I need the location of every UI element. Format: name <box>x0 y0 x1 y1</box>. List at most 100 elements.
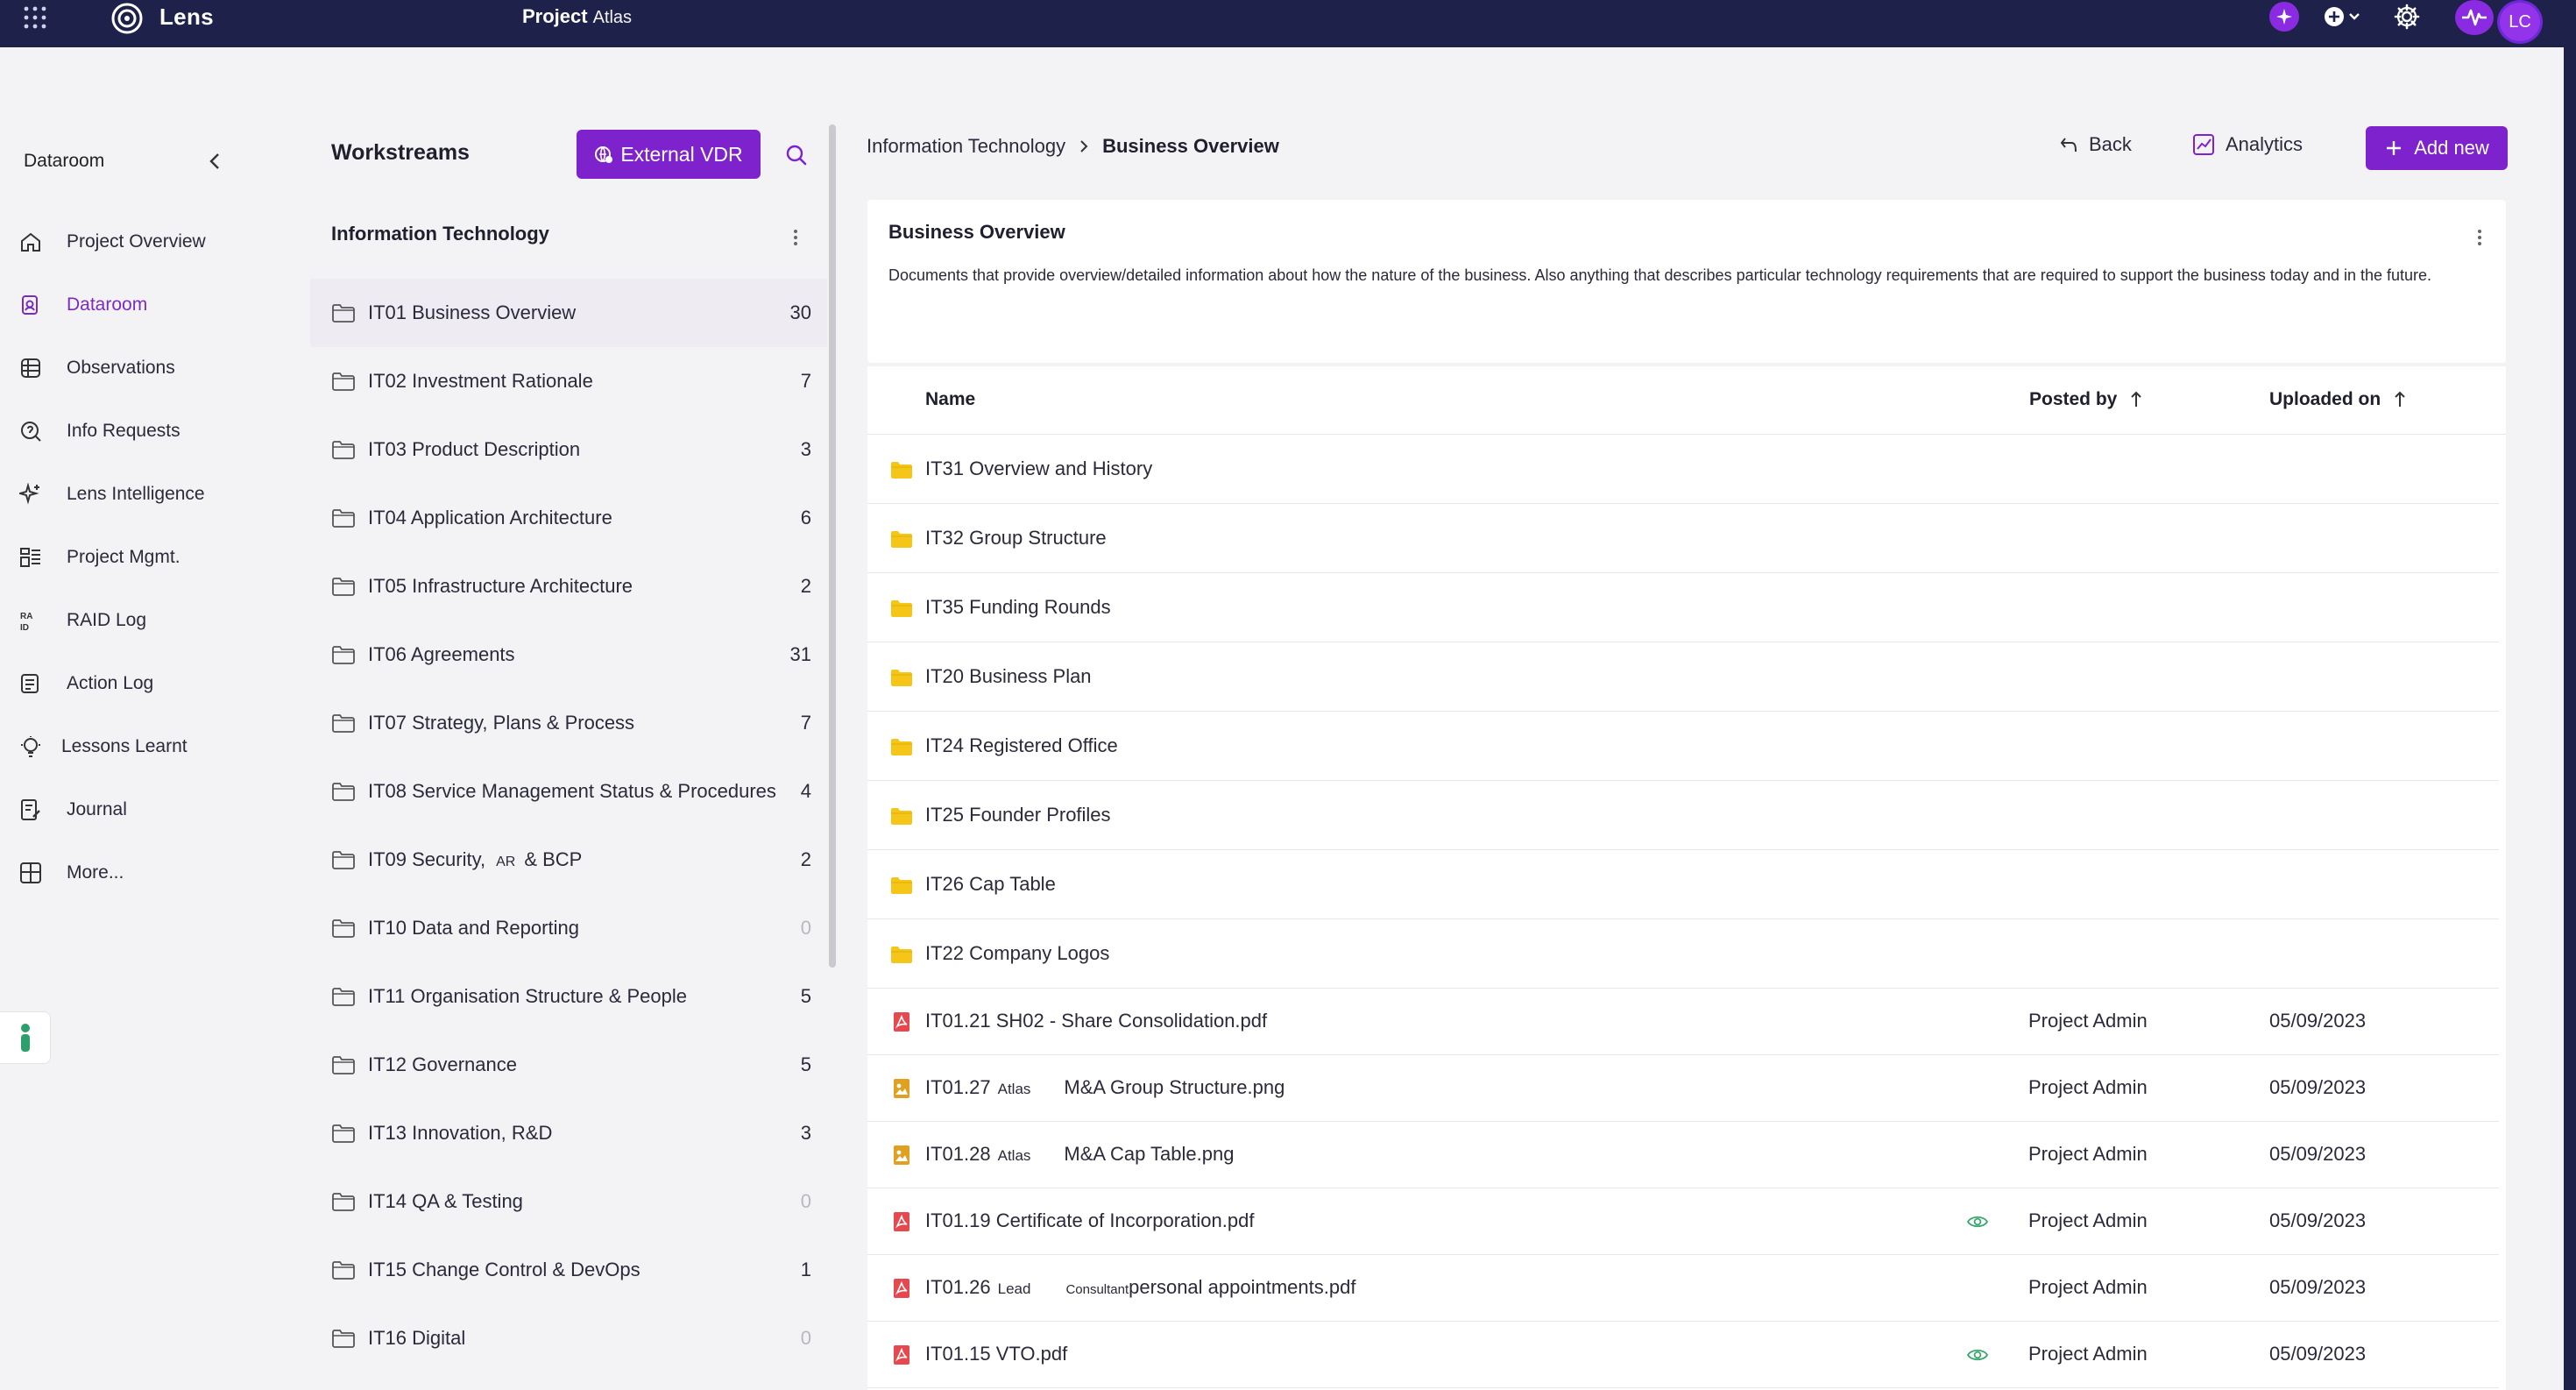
pulse-icon <box>2462 9 2487 26</box>
folder-row[interactable]: IT24 Registered Office <box>867 712 2499 781</box>
analytics-label: Analytics <box>2226 133 2304 155</box>
back-arrow-icon <box>2060 138 2077 152</box>
workstream-item[interactable]: IT09 Security, AR & BCP 2 <box>310 826 827 894</box>
file-name[interactable]: IT01.28 Atlas M&A Cap Table.png <box>925 1143 1234 1166</box>
settings-button[interactable] <box>2392 2 2422 32</box>
workstream-label: IT13 Innovation, R&D <box>368 1122 552 1145</box>
folder-outline-icon <box>331 302 356 323</box>
breadcrumb-parent[interactable]: Information Technology <box>867 135 1065 158</box>
column-label: Name <box>925 389 976 409</box>
folder-row[interactable]: IT20 Business Plan <box>867 642 2499 712</box>
apps-grid-icon[interactable] <box>23 5 47 30</box>
activity-button[interactable] <box>2455 0 2494 35</box>
column-header-name[interactable]: Name <box>925 389 975 410</box>
workstream-count: 0 <box>800 917 811 939</box>
file-row[interactable]: IT01.28 Atlas M&A Cap Table.png Project Adm… <box>867 1122 2499 1188</box>
column-header-posted-by[interactable]: Posted by <box>2029 389 2143 410</box>
nav-item-info-requests[interactable]: Info Requests <box>19 414 180 449</box>
folder-icon <box>890 667 913 688</box>
uploaded-on: 05/09/2023 <box>2269 1276 2367 1298</box>
card-menu-button[interactable] <box>2474 224 2485 251</box>
project-title[interactable]: Project Atlas <box>522 5 632 28</box>
file-row[interactable]: IT01.27 Atlas M&A Group Structure.png Proje… <box>867 1055 2499 1122</box>
file-name-rest: M&A Group Structure.png <box>1064 1076 1285 1098</box>
add-new-button[interactable]: Add new <box>2366 126 2508 170</box>
workstream-item[interactable]: IT16 Digital 0 <box>310 1304 827 1372</box>
workstream-item[interactable]: IT06 Agreements 31 <box>310 621 827 689</box>
file-name[interactable]: IT01.27 Atlas M&A Group Structure.png <box>925 1076 1284 1099</box>
user-avatar[interactable]: LC <box>2497 0 2543 44</box>
workstream-label: IT03 Product Description <box>368 438 580 461</box>
nav-item-more[interactable]: More... <box>19 855 124 890</box>
folder-row[interactable]: IT26 Cap Table <box>867 850 2499 919</box>
file-name[interactable]: IT01.21 SH02 - Share Consolidation.pdf <box>925 1010 1267 1032</box>
nav-item-journal[interactable]: Journal <box>19 792 127 827</box>
nav-item-project-mgmt[interactable]: Project Mgmt. <box>19 540 180 575</box>
file-row[interactable]: IT01.26 Lead Consultant personal appointmen… <box>867 1255 2499 1322</box>
svg-text:RA: RA <box>20 612 32 621</box>
add-new-label: Add new <box>2414 137 2489 159</box>
viewed-eye-icon[interactable] <box>1966 1345 1989 1365</box>
folder-row[interactable]: IT22 Company Logos <box>867 919 2499 989</box>
feedback-tab[interactable] <box>0 1011 51 1064</box>
workstream-item[interactable]: IT10 Data and Reporting 0 <box>310 894 827 962</box>
folder-name: IT25 Founder Profiles <box>925 804 1111 826</box>
dataroom-icon <box>22 295 38 315</box>
folder-description-card: Business Overview Documents that provide… <box>867 200 2506 363</box>
external-vdr-button[interactable]: External VDR <box>577 130 761 179</box>
workstream-search-button[interactable] <box>783 142 810 168</box>
analytics-button[interactable]: Analytics <box>2192 133 2303 156</box>
workstream-item[interactable]: IT12 Governance 5 <box>310 1031 827 1099</box>
file-name-text: IT01.15 VTO.pdf <box>925 1343 1068 1365</box>
nav-item-action-log[interactable]: Action Log <box>19 666 153 701</box>
file-name[interactable]: IT01.19 Certificate of Incorporation.pdf <box>925 1209 1254 1232</box>
column-header-uploaded-on[interactable]: Uploaded on <box>2269 389 2407 410</box>
nav-item-dataroom[interactable]: Dataroom <box>19 287 147 323</box>
folder-row[interactable]: IT35 Funding Rounds <box>867 573 2499 642</box>
workstream-item[interactable]: IT11 Organisation Structure & People 5 <box>310 962 827 1031</box>
nav-item-project-overview[interactable]: Project Overview <box>19 224 206 259</box>
nav-item-raid-log[interactable]: RA ID RAID Log <box>19 603 146 638</box>
folder-row[interactable]: IT25 Founder Profiles <box>867 781 2499 850</box>
folder-outline-icon <box>331 439 356 460</box>
workstream-label-text: IT06 Agreements <box>368 643 515 665</box>
file-name-rest: M&A Cap Table.png <box>1064 1143 1235 1165</box>
workstream-item[interactable]: IT05 Infrastructure Architecture 2 <box>310 552 827 621</box>
create-menu-button[interactable] <box>2322 2 2367 32</box>
collapse-nav-button[interactable] <box>203 149 228 174</box>
group-menu-button[interactable] <box>790 224 801 251</box>
workstream-item[interactable]: IT04 Application Architecture 6 <box>310 484 827 552</box>
file-row[interactable]: IT01.21 SH02 - Share Consolidation.pdf Pr… <box>867 989 2499 1055</box>
svg-text:ID: ID <box>20 623 29 632</box>
workstream-item[interactable]: IT15 Change Control & DevOps 1 <box>310 1236 827 1304</box>
file-name[interactable]: IT01.15 VTO.pdf <box>925 1343 1067 1365</box>
table-header: Name Posted by Uploaded on <box>867 366 2506 435</box>
workstream-label-text: IT16 Digital <box>368 1327 466 1349</box>
viewed-eye-icon[interactable] <box>1966 1212 1989 1231</box>
workstream-label-rest: & BCP <box>524 848 583 870</box>
workstream-item[interactable]: IT08 Service Management Status & Procedu… <box>310 757 827 826</box>
nav-item-lens-intelligence[interactable]: Lens Intelligence <box>19 477 205 512</box>
ai-sparkle-button[interactable] <box>2269 2 2299 32</box>
folder-outline-icon <box>331 1259 356 1280</box>
file-row[interactable]: IT01.19 Certificate of Incorporation.pdf… <box>867 1188 2499 1255</box>
nav-item-label: Project Overview <box>67 231 206 252</box>
workstream-item[interactable]: IT01 Business Overview 30 <box>310 279 827 347</box>
folder-row[interactable]: IT31 Overview and History <box>867 435 2499 504</box>
workstream-label-text: IT12 Governance <box>368 1053 517 1075</box>
back-button[interactable]: Back <box>2059 133 2132 156</box>
workstream-item[interactable]: IT13 Innovation, R&D 3 <box>310 1099 827 1167</box>
workstream-item[interactable]: IT14 QA & Testing 0 <box>310 1167 827 1236</box>
folder-row[interactable]: IT32 Group Structure <box>867 504 2499 573</box>
workstream-item[interactable]: IT07 Strategy, Plans & Process 7 <box>310 689 827 757</box>
workstream-item[interactable]: IT02 Investment Rationale 7 <box>310 347 827 415</box>
nav-item-lessons-learnt[interactable]: Lessons Learnt <box>19 729 188 764</box>
workstream-item[interactable]: IT03 Product Description 3 <box>310 415 827 484</box>
nav-item-observations[interactable]: Observations <box>19 351 175 386</box>
folder-outline-icon <box>331 371 356 392</box>
file-name-tag: Atlas <box>997 1081 1031 1097</box>
file-name[interactable]: IT01.26 Lead Consultant personal appointmen… <box>925 1276 1355 1299</box>
folder-outline-icon <box>331 713 356 734</box>
brand-name: Lens <box>159 4 214 30</box>
file-row[interactable]: IT01.15 VTO.pdf Project Admin 05/09/2023 <box>867 1322 2499 1388</box>
